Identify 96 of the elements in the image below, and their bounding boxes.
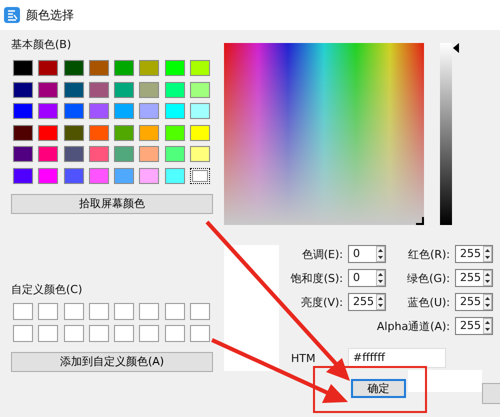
field-label: 饱和度(S):	[290, 270, 343, 286]
number-field[interactable]: 255	[455, 317, 493, 335]
add-custom-color-button[interactable]: 添加到自定义颜色(A)	[11, 352, 213, 372]
color-swatch[interactable]	[139, 82, 160, 98]
app-icon	[4, 7, 20, 23]
custom-color-swatch[interactable]	[164, 324, 185, 342]
custom-color-swatch[interactable]	[190, 302, 210, 320]
color-swatch[interactable]	[164, 146, 185, 162]
color-swatch[interactable]	[114, 168, 134, 184]
custom-color-swatch[interactable]	[139, 324, 160, 342]
color-swatch[interactable]	[13, 146, 33, 162]
color-swatch[interactable]	[64, 103, 84, 119]
color-swatch[interactable]	[13, 124, 33, 140]
custom-color-swatch[interactable]	[38, 324, 58, 342]
color-swatch[interactable]	[164, 168, 185, 184]
color-swatch[interactable]	[139, 103, 160, 119]
pick-screen-color-button[interactable]: 拾取屏幕颜色	[11, 194, 213, 214]
color-swatch[interactable]	[114, 103, 134, 119]
color-swatch[interactable]	[64, 168, 84, 184]
custom-color-swatch[interactable]	[38, 302, 58, 320]
color-swatch[interactable]	[64, 146, 84, 162]
ok-button[interactable]: 确定	[351, 379, 406, 398]
color-swatch[interactable]	[190, 82, 210, 98]
field-label: 红色(R):	[407, 246, 450, 262]
color-swatch[interactable]	[164, 60, 185, 76]
color-swatch[interactable]	[38, 103, 58, 119]
number-field[interactable]: 255	[455, 245, 493, 263]
window-title: 颜色选择	[26, 6, 74, 24]
number-field[interactable]: 0	[348, 245, 386, 263]
spin-buttons-icon[interactable]	[483, 318, 492, 334]
color-swatch[interactable]	[88, 146, 109, 162]
number-field[interactable]: 0	[348, 269, 386, 287]
spin-buttons-icon[interactable]	[376, 294, 385, 310]
field-label: 色调(E):	[300, 246, 343, 262]
spin-buttons-icon[interactable]	[483, 246, 492, 262]
field-label: Alpha通道(A):	[376, 318, 450, 334]
color-swatch[interactable]	[114, 82, 134, 98]
number-field[interactable]: 255	[455, 293, 493, 311]
custom-color-swatch[interactable]	[114, 324, 134, 342]
number-field[interactable]: 255	[348, 293, 386, 311]
color-swatch[interactable]	[164, 124, 185, 140]
color-swatch[interactable]	[13, 103, 33, 119]
field-label: HTM	[290, 352, 316, 364]
custom-color-swatch[interactable]	[13, 302, 33, 320]
color-swatch[interactable]	[190, 103, 210, 119]
spin-buttons-icon[interactable]	[483, 270, 492, 286]
section-label: 自定义颜色(C)	[11, 282, 82, 296]
dialog-button[interactable]	[482, 383, 500, 404]
field-label: 绿色(G):	[406, 270, 450, 286]
color-swatch[interactable]	[88, 103, 109, 119]
color-swatch[interactable]	[139, 124, 160, 140]
spin-buttons-icon[interactable]	[376, 246, 385, 262]
color-swatch[interactable]	[13, 82, 33, 98]
color-swatch[interactable]	[64, 60, 84, 76]
color-swatch[interactable]	[139, 168, 160, 184]
color-swatch[interactable]	[38, 60, 58, 76]
custom-color-swatch[interactable]	[64, 302, 84, 320]
color-swatch[interactable]	[64, 82, 84, 98]
color-spectrum[interactable]	[224, 43, 424, 225]
color-swatch[interactable]	[164, 103, 185, 119]
color-swatch[interactable]	[139, 60, 160, 76]
number-field[interactable]: 255	[455, 269, 493, 287]
color-swatch[interactable]	[64, 124, 84, 140]
custom-color-swatch[interactable]	[190, 324, 210, 342]
color-swatch[interactable]	[13, 168, 33, 184]
field-label: 亮度(V):	[300, 294, 343, 310]
hex-field[interactable]: #ffffff	[348, 348, 446, 368]
color-swatch[interactable]	[114, 60, 134, 76]
section-label: 基本颜色(B)	[11, 37, 72, 52]
color-swatch[interactable]	[190, 124, 210, 140]
spin-buttons-icon[interactable]	[376, 270, 385, 286]
custom-color-swatch[interactable]	[13, 324, 33, 342]
color-swatch[interactable]	[88, 124, 109, 140]
color-swatch[interactable]	[13, 60, 33, 76]
color-swatch[interactable]	[164, 82, 185, 98]
field-label: 蓝色(U):	[406, 294, 450, 310]
color-swatch[interactable]	[88, 60, 109, 76]
custom-color-swatch[interactable]	[164, 302, 185, 320]
spin-buttons-icon[interactable]	[483, 294, 492, 310]
custom-color-swatch[interactable]	[88, 302, 109, 320]
color-swatch[interactable]	[114, 124, 134, 140]
color-swatch[interactable]	[38, 82, 58, 98]
color-swatch[interactable]	[190, 168, 210, 184]
custom-color-swatch[interactable]	[64, 324, 84, 342]
custom-color-swatch[interactable]	[88, 324, 109, 342]
color-swatch[interactable]	[190, 146, 210, 162]
color-swatch[interactable]	[38, 168, 58, 184]
color-swatch[interactable]	[38, 146, 58, 162]
color-swatch[interactable]	[114, 146, 134, 162]
custom-color-swatch[interactable]	[114, 302, 134, 320]
color-swatch[interactable]	[190, 60, 210, 76]
custom-color-swatch[interactable]	[139, 302, 160, 320]
color-swatch[interactable]	[139, 146, 160, 162]
color-swatch[interactable]	[88, 82, 109, 98]
color-swatch[interactable]	[88, 168, 109, 184]
color-swatch[interactable]	[38, 124, 58, 140]
